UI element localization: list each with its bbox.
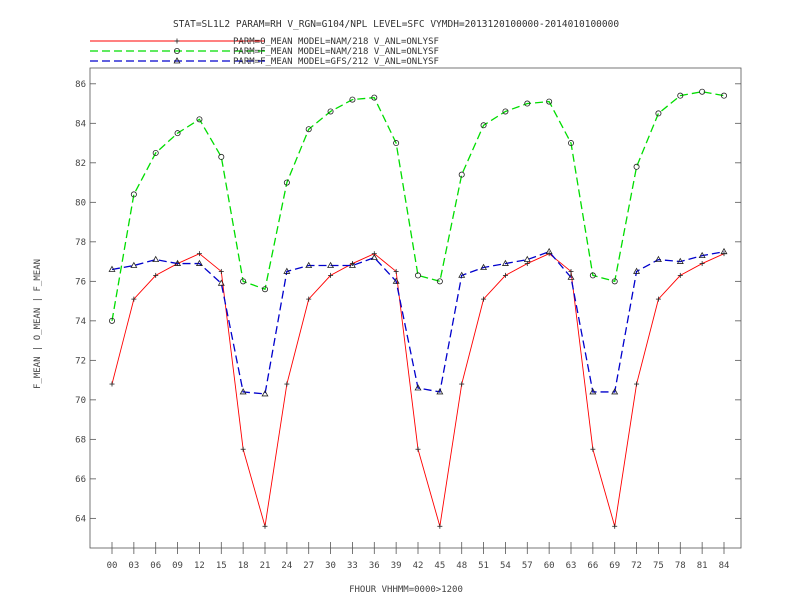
legend-item-2: PARM=F_MEAN MODEL=NAM/218 V_ANL=ONLYSF [90,47,439,57]
x-tick-label: 21 [260,561,271,571]
x-tick-label: 00 [107,561,118,571]
x-tick-label: 75 [653,561,664,571]
data-point [634,381,640,387]
x-tick-label: 45 [434,561,445,571]
series-3 [108,247,728,397]
y-axis-label: F_MEAN | O_MEAN | F_MEAN [33,259,43,389]
x-tick-label: 36 [369,561,380,571]
data-point [240,446,246,452]
plot-area: 64 66 68 70 72 74 76 78 80 82 84 86 00 03 06 09 12 15 18 21… [75,67,742,571]
legend-item-3: PARM=F_MEAN MODEL=GFS/212 V_ANL=ONLYSF [90,57,439,67]
data-point [261,390,269,397]
x-tick-label: 03 [128,561,139,571]
y-tick-label: 82 [75,159,86,169]
y-tick-label: 64 [75,514,86,524]
x-tick-label: 78 [675,561,686,571]
x-tick-label: 09 [172,561,183,571]
x-tick-label: 30 [325,561,336,571]
x-tick-label: 72 [631,561,642,571]
data-point [218,153,225,160]
x-tick-label: 06 [150,561,161,571]
y-tick-label: 68 [75,435,86,445]
x-tick-label: 57 [522,561,533,571]
data-point [699,261,705,267]
x-tick-label: 81 [697,561,708,571]
data-point [459,381,465,387]
data-point [612,523,618,529]
data-point [655,110,662,117]
y-tick-label: 76 [75,277,86,287]
data-point [437,523,443,529]
y-tick-label: 66 [75,475,86,485]
plot-frame [89,67,742,549]
y-tick-label: 78 [75,238,86,248]
x-tick-label: 51 [478,561,489,571]
chart-title: STAT=SL1L2 PARAM=RH V_RGN=G104/NPL LEVEL… [173,19,619,30]
y-tick-label: 72 [75,356,86,366]
chart-legend: PARM=O_MEAN MODEL=NAM/218 V_ANL=ONLYSFPA… [90,37,439,67]
legend-item-1: PARM=O_MEAN MODEL=NAM/218 V_ANL=ONLYSF [90,37,439,47]
data-point [152,255,160,263]
legend-marker [174,38,180,44]
y-tick-label: 84 [75,119,86,129]
data-point [262,523,268,529]
x-axis-label: FHOUR VHHMM=0000>1200 [349,585,463,595]
x-tick-label: 12 [194,561,205,571]
legend-label: PARM=O_MEAN MODEL=NAM/218 V_ANL=ONLYSF [233,37,439,47]
x-tick-label: 15 [216,561,227,571]
data-point [284,381,290,387]
x-tick-label: 63 [566,561,577,571]
series-2 [109,88,728,324]
x-tick-label: 69 [609,561,620,571]
series-line-2 [111,91,725,321]
x-tick-label: 42 [413,561,424,571]
x-tick-label: 84 [719,561,730,571]
data-point [415,446,421,452]
y-tick-label: 70 [75,396,86,406]
x-tick-label: 48 [456,561,467,571]
x-tick-label: 39 [391,561,402,571]
data-point [590,446,596,452]
legend-label: PARM=F_MEAN MODEL=NAM/218 V_ANL=ONLYSF [233,47,439,57]
legend-label: PARM=F_MEAN MODEL=GFS/212 V_ANL=ONLYSF [233,57,439,67]
y-tick-label: 86 [75,80,86,90]
x-tick-label: 27 [303,561,314,571]
x-tick-label: 24 [281,561,292,571]
data-point [633,163,640,170]
data-point [109,381,115,387]
x-tick-label: 54 [500,561,511,571]
x-tick-label: 18 [238,561,249,571]
x-tick-label: 66 [587,561,598,571]
x-tick-label: 60 [544,561,555,571]
x-tick-label: 33 [347,561,358,571]
y-tick-label: 74 [75,317,86,327]
chart-canvas: STAT=SL1L2 PARAM=RH V_RGN=G104/NPL LEVEL… [33,19,742,595]
y-tick-label: 80 [75,198,86,208]
